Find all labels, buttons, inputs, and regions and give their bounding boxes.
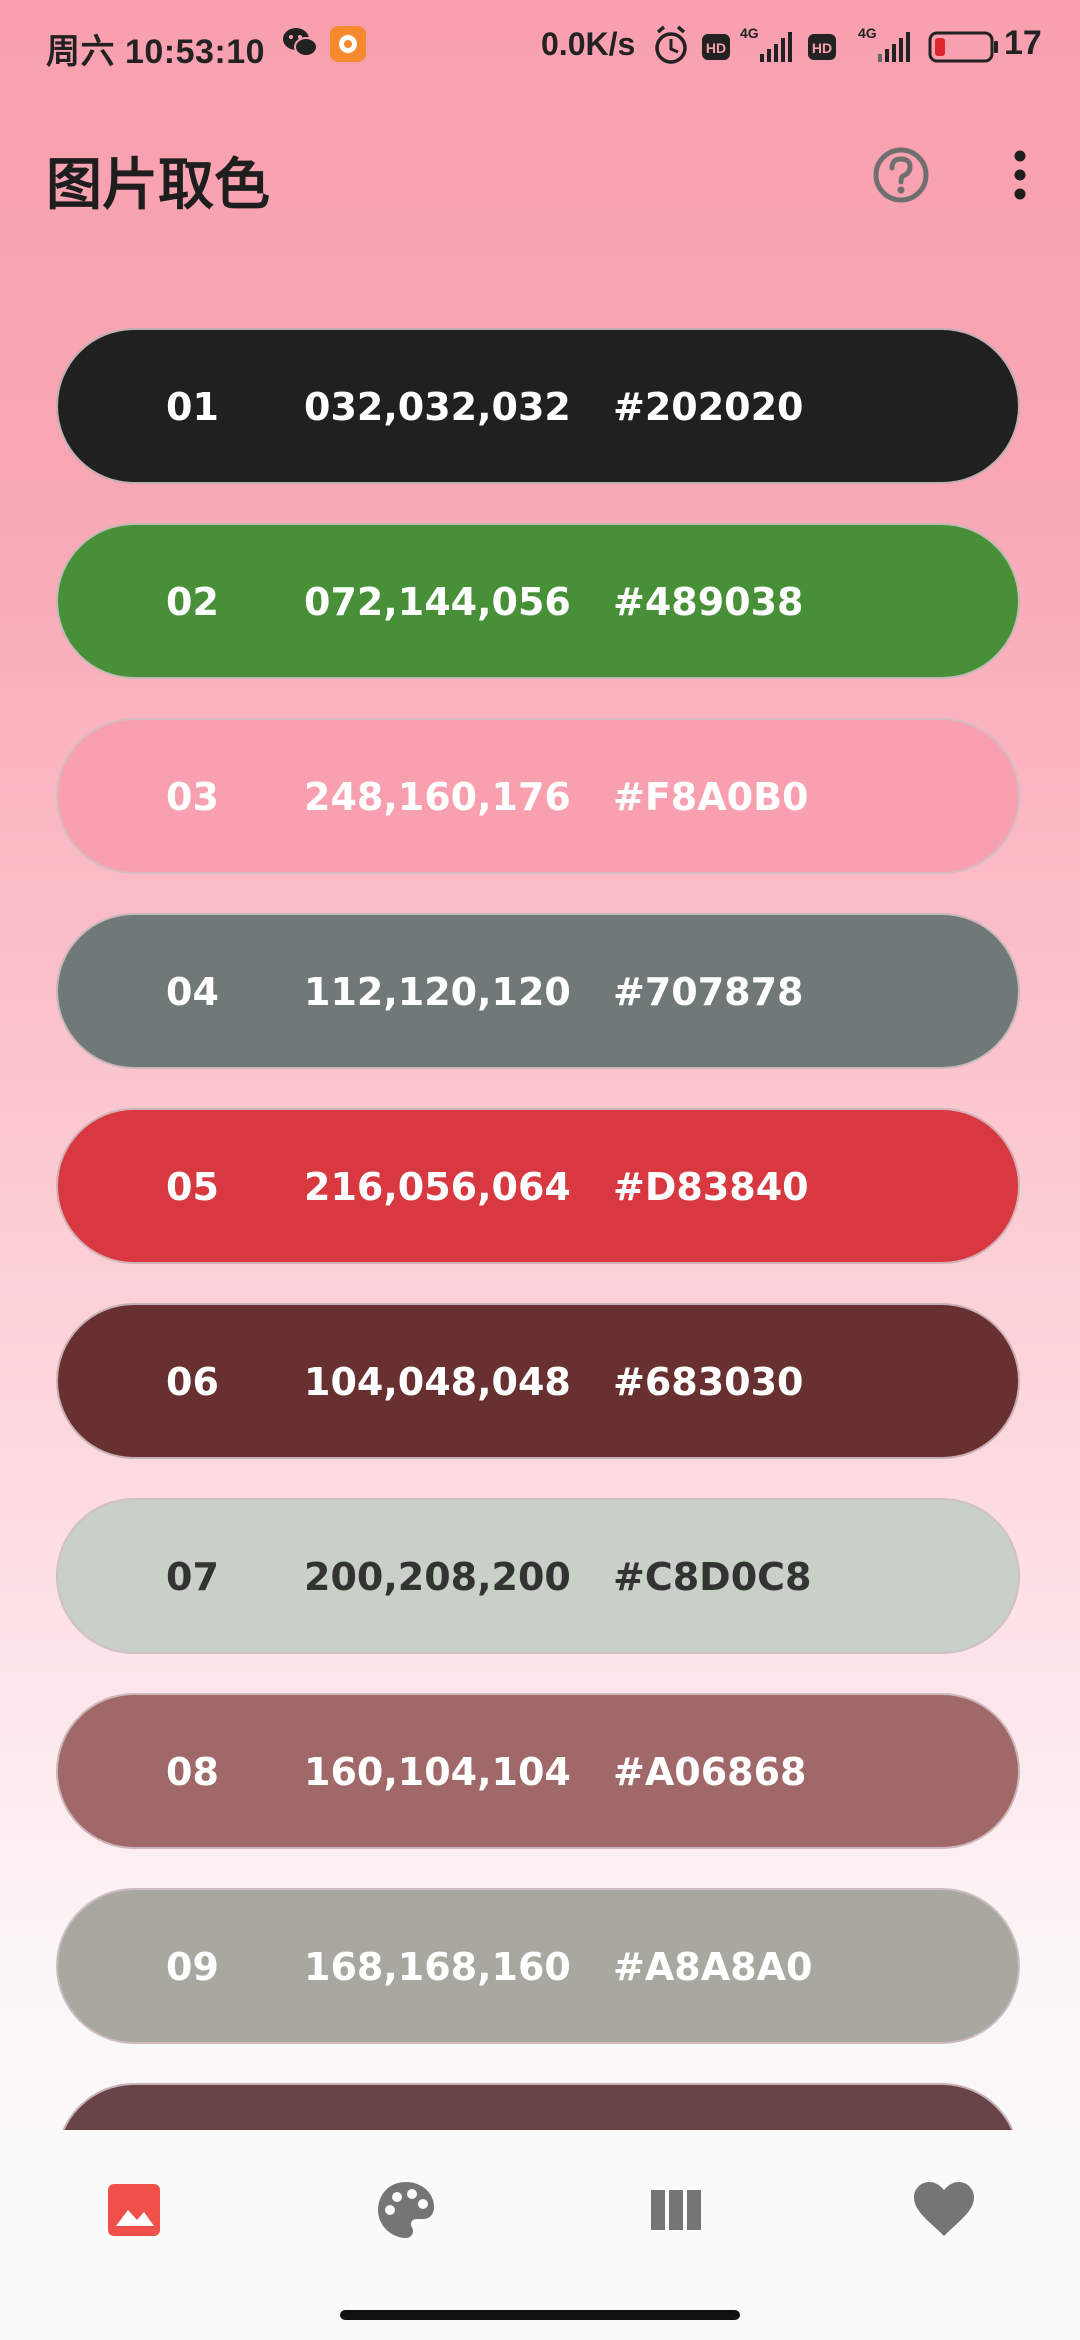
color-index: 01: [166, 385, 219, 429]
bottom-navigation: [0, 2130, 1080, 2300]
color-swatch-row[interactable]: 04 112,120,120 #707878: [56, 913, 1020, 1069]
color-hex-value: #683030: [613, 1360, 804, 1404]
color-index: 05: [166, 1165, 219, 1209]
color-index: 08: [166, 1750, 219, 1794]
more-vert-icon[interactable]: [1000, 146, 1040, 204]
color-hex-value: #202020: [613, 385, 804, 429]
color-swatch-row[interactable]: [56, 2083, 1020, 2130]
status-bar: 周六 10:53:10 0.0K/s HD 4G HD 4G 17: [0, 0, 1080, 92]
hd-icon-2: HD: [808, 34, 836, 60]
color-rgb-value: 216,056,064: [304, 1165, 571, 1209]
hd-icon: HD: [702, 34, 730, 60]
color-swatch-row[interactable]: 07 200,208,200 #C8D0C8: [56, 1498, 1020, 1654]
color-hex-value: #C8D0C8: [613, 1555, 812, 1599]
image-icon: [108, 2184, 160, 2236]
4g-signal-icon-2: 4G: [858, 25, 910, 62]
svg-text:HD: HD: [812, 40, 832, 56]
color-swatch-row[interactable]: 06 104,048,048 #683030: [56, 1303, 1020, 1459]
4g-signal-icon: 4G: [740, 25, 792, 62]
color-swatch-row[interactable]: 09 168,168,160 #A8A8A0: [56, 1888, 1020, 2044]
color-rgb-value: 168,168,160: [304, 1945, 571, 1989]
color-rgb-value: 248,160,176: [304, 775, 571, 819]
color-hex-value: #D83840: [613, 1165, 809, 1209]
alarm-icon: [655, 25, 687, 64]
nav-item-columns[interactable]: [636, 2170, 716, 2250]
color-rgb-value: 112,120,120: [304, 970, 571, 1014]
color-hex-value: #489038: [613, 580, 804, 624]
color-index: 06: [166, 1360, 219, 1404]
status-icons-group: HD 4G HD 4G: [655, 25, 998, 64]
color-hex-value: #F8A0B0: [613, 775, 809, 819]
color-hex-value: #A06868: [613, 1750, 807, 1794]
color-swatch-row[interactable]: 05 216,056,064 #D83840: [56, 1108, 1020, 1264]
gesture-bar[interactable]: [340, 2310, 740, 2320]
color-list[interactable]: 01 032,032,032 #202020 02 072,144,056 #489038…: [56, 328, 1024, 2130]
svg-text:4G: 4G: [740, 25, 759, 41]
color-swatch-row[interactable]: 03 248,160,176 #F8A0B0: [56, 718, 1020, 874]
top-app-bar: 图片取色: [0, 110, 1080, 240]
nav-item-favorites[interactable]: [904, 2170, 984, 2250]
nav-item-image[interactable]: [94, 2170, 174, 2250]
page-title: 图片取色: [46, 153, 270, 218]
color-index: 03: [166, 775, 219, 819]
battery-icon: [928, 31, 998, 63]
columns-icon: [651, 2190, 701, 2230]
help-icon[interactable]: [872, 146, 930, 204]
color-hex-value: #707878: [613, 970, 804, 1014]
network-speed: 0.0K/s: [541, 26, 636, 62]
color-index: 02: [166, 580, 219, 624]
heart-icon: [914, 2182, 974, 2236]
color-rgb-value: 104,048,048: [304, 1360, 571, 1404]
nav-item-palette[interactable]: [366, 2170, 446, 2250]
color-hex-value: #A8A8A0: [613, 1945, 813, 1989]
svg-text:HD: HD: [706, 40, 726, 56]
color-swatch-row[interactable]: 01 032,032,032 #202020: [56, 328, 1020, 484]
status-time: 周六 10:53:10: [46, 33, 266, 71]
color-rgb-value: 072,144,056: [304, 580, 571, 624]
color-index: 04: [166, 970, 219, 1014]
wechat-icon: [283, 28, 318, 57]
color-rgb-value: 160,104,104: [304, 1750, 571, 1794]
battery-level: 17: [1004, 24, 1042, 62]
app-notification-icon: [330, 26, 366, 62]
color-index: 09: [166, 1945, 219, 1989]
palette-icon: [378, 2182, 434, 2238]
color-swatch-row[interactable]: 02 072,144,056 #489038: [56, 523, 1020, 679]
color-swatch-row[interactable]: 08 160,104,104 #A06868: [56, 1693, 1020, 1849]
color-index: 07: [166, 1555, 219, 1599]
color-rgb-value: 032,032,032: [304, 385, 571, 429]
color-rgb-value: 200,208,200: [304, 1555, 571, 1599]
svg-text:4G: 4G: [858, 25, 877, 41]
